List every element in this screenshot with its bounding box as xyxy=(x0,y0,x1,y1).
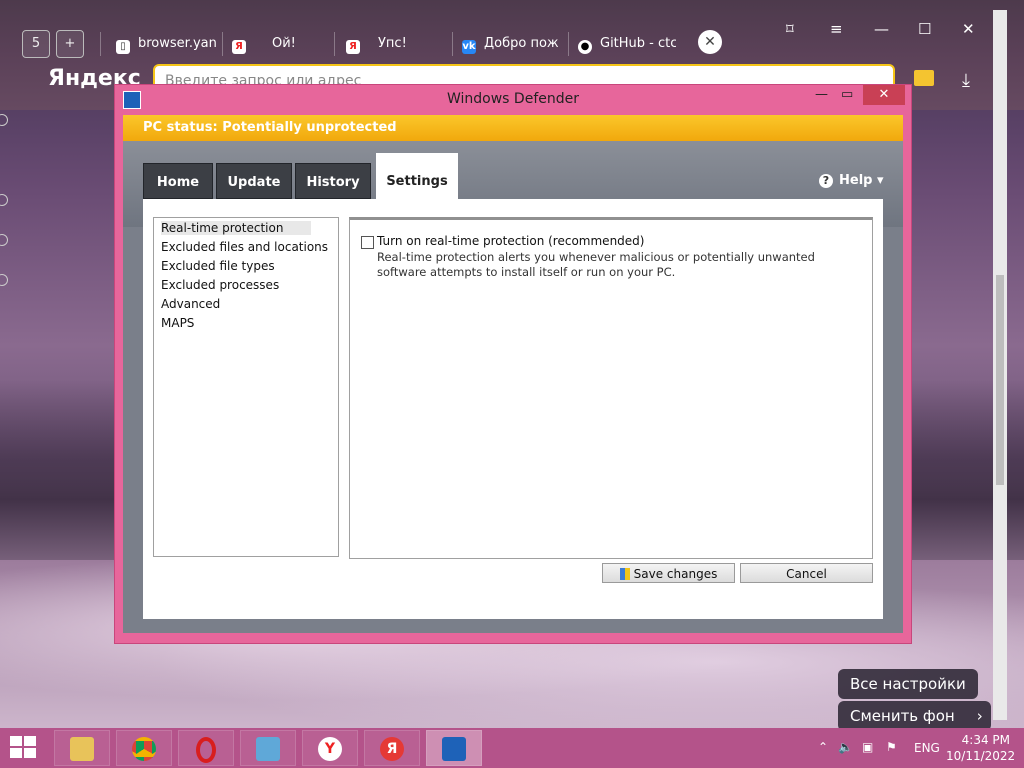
close-window-icon[interactable]: ✕ xyxy=(962,20,975,38)
windows-logo-icon xyxy=(10,748,22,758)
tab-oops-1[interactable]: Я Ой! xyxy=(232,30,328,58)
browser-sidebar xyxy=(0,40,12,740)
control-panel-icon[interactable] xyxy=(240,730,296,766)
yandex-icon: Я xyxy=(346,40,360,54)
tab-label: Добро пож xyxy=(484,36,559,51)
bookmark-icon[interactable]: ⌑ xyxy=(786,20,794,38)
category-excluded-processes[interactable]: Excluded processes xyxy=(161,278,279,292)
start-button[interactable] xyxy=(10,736,38,760)
chevron-right-icon: › xyxy=(976,707,983,725)
change-background-label: Сменить фон xyxy=(850,707,955,725)
maximize-icon[interactable]: ☐ xyxy=(918,20,931,38)
yandex-browser-icon[interactable]: Y xyxy=(302,730,358,766)
realtime-protection-checkbox[interactable] xyxy=(361,236,374,249)
sidebar-icon[interactable] xyxy=(0,194,8,206)
sidebar-icon[interactable] xyxy=(0,114,8,126)
language-indicator[interactable]: ENG xyxy=(914,741,940,755)
new-tab-icon[interactable]: + xyxy=(56,30,84,58)
tab-github[interactable]: ● GitHub - ctc xyxy=(578,30,676,58)
tab-label: Ой! xyxy=(272,36,296,51)
windows-logo-icon xyxy=(24,736,36,746)
minimize-icon[interactable]: — xyxy=(815,87,828,102)
category-realtime-protection[interactable]: Real-time protection xyxy=(161,221,312,235)
collections-icon[interactable] xyxy=(914,70,934,86)
volume-muted-icon[interactable]: 🔈 xyxy=(838,740,853,754)
cancel-button[interactable]: Cancel xyxy=(740,563,873,583)
save-changes-label: Save changes xyxy=(633,567,718,581)
tab-update[interactable]: Update xyxy=(216,163,292,199)
category-excluded-file-types[interactable]: Excluded file types xyxy=(161,259,275,273)
category-advanced[interactable]: Advanced xyxy=(161,297,220,311)
uac-shield-icon xyxy=(619,568,630,580)
settings-content: Real-time protection Excluded files and … xyxy=(143,199,883,619)
windows-logo-icon xyxy=(10,736,22,746)
tab-counter-button[interactable]: 5 xyxy=(22,30,50,58)
pc-status-banner: PC status: Potentially unprotected xyxy=(123,115,903,141)
downloads-icon[interactable]: ⤓ xyxy=(962,70,970,91)
tab-home[interactable]: Home xyxy=(143,163,213,199)
scrollbar-thumb[interactable] xyxy=(996,275,1004,485)
defender-taskbar-icon[interactable] xyxy=(426,730,482,766)
vk-icon: vk xyxy=(462,40,476,54)
category-excluded-files[interactable]: Excluded files and locations xyxy=(161,240,328,254)
github-icon: ● xyxy=(578,40,592,54)
realtime-protection-label[interactable]: Turn on real-time protection (recommende… xyxy=(377,234,644,248)
yandex-icon[interactable]: Я xyxy=(364,730,420,766)
clock-date: 10/11/2022 xyxy=(946,749,1016,763)
action-center-icon[interactable]: ⚑ xyxy=(886,740,897,754)
help-menu[interactable]: ? Help ▾ xyxy=(819,173,884,188)
tab-divider xyxy=(452,32,453,56)
tab-divider xyxy=(222,32,223,56)
tab-divider xyxy=(100,32,101,56)
chevron-up-icon[interactable]: ⌃ xyxy=(818,740,828,754)
menu-icon[interactable]: ≡ xyxy=(830,20,843,38)
chevron-down-icon: ▾ xyxy=(877,173,884,188)
browser-tabstrip: 5 + ▯ browser.yan Я Ой! Я Упс! vk Добро пож … xyxy=(0,18,1024,66)
help-label: Help xyxy=(839,173,873,188)
maximize-icon[interactable]: ▭ xyxy=(841,87,853,102)
tab-vk[interactable]: vk Добро пож xyxy=(462,30,562,58)
opera-icon[interactable] xyxy=(178,730,234,766)
tab-label: GitHub - ctc xyxy=(600,36,676,51)
change-background-button[interactable]: Сменить фон › xyxy=(838,701,991,731)
tab-history[interactable]: History xyxy=(295,163,371,199)
tab-count: 5 xyxy=(31,36,41,51)
system-clock[interactable]: 4:34 PM 10/11/2022 xyxy=(946,732,1016,764)
all-settings-button[interactable]: Все настройки xyxy=(838,669,978,699)
tab-label: browser.yan xyxy=(138,36,216,51)
sidebar-icon[interactable] xyxy=(0,234,8,246)
tab-oops-2[interactable]: Я Упс! xyxy=(346,30,446,58)
save-changes-button[interactable]: Save changes xyxy=(602,563,735,583)
settings-category-list: Real-time protection Excluded files and … xyxy=(153,217,339,557)
windows-logo-icon xyxy=(24,748,36,758)
tab-divider xyxy=(334,32,335,56)
minimize-icon[interactable]: — xyxy=(874,20,889,38)
settings-panel: Turn on real-time protection (recommende… xyxy=(349,217,873,559)
window-title: Windows Defender xyxy=(446,91,579,107)
defender-window: Windows Defender — ▭ ✕ PC status: Potent… xyxy=(114,84,912,644)
network-icon[interactable]: ▣ xyxy=(862,740,873,754)
defender-titlebar[interactable]: Windows Defender — ▭ ✕ xyxy=(115,85,911,113)
defender-body: Home Update History Settings ? Help ▾ Rea… xyxy=(123,141,903,633)
tab-divider xyxy=(568,32,569,56)
tab-label: Упс! xyxy=(378,36,407,51)
tab-settings[interactable]: Settings xyxy=(376,153,458,199)
taskbar: Y Я ⌃ 🔈 ▣ ⚑ ENG 4:34 PM 10/11/2022 xyxy=(0,728,1024,768)
help-icon: ? xyxy=(819,174,833,188)
yandex-icon: Я xyxy=(232,40,246,54)
file-explorer-icon[interactable] xyxy=(54,730,110,766)
realtime-protection-description: Real-time protection alerts you whenever… xyxy=(377,250,815,279)
close-tab-icon[interactable]: ✕ xyxy=(698,30,722,54)
chrome-icon[interactable] xyxy=(116,730,172,766)
category-maps[interactable]: MAPS xyxy=(161,316,194,330)
close-icon[interactable]: ✕ xyxy=(863,85,905,105)
sidebar-icon[interactable] xyxy=(0,274,8,286)
tab-browser[interactable]: ▯ browser.yan xyxy=(116,30,216,58)
clock-time: 4:34 PM xyxy=(961,733,1010,747)
document-icon: ▯ xyxy=(116,40,130,54)
